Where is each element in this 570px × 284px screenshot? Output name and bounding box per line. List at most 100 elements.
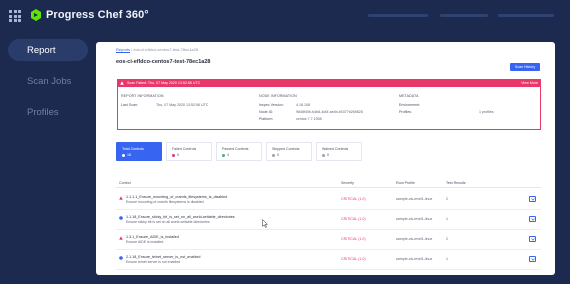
table-row[interactable]: 1.1.18_Ensure_sticky_bit_is_set_on_all_w…: [116, 213, 541, 230]
scan-failed-banner: Scan Failed: Thu, 07 May 2020 13:52:56 U…: [117, 79, 541, 87]
view-more-link[interactable]: View More: [521, 81, 538, 85]
table-row[interactable]: 1.1.1.1_Ensure_mounting_of_cramfs_filesy…: [116, 193, 541, 210]
control-title: 1.1.18_Ensure_sticky_bit_is_set_on_all_w…: [126, 215, 235, 219]
control-title: 2.1.18_Ensure_telnet_server_is_not_enabl…: [126, 255, 201, 259]
inspec-version-label: Inspec Version:: [259, 103, 284, 107]
app-grid-icon[interactable]: [9, 10, 21, 22]
mouse-cursor-icon: [262, 219, 268, 228]
filter-cards: Total Controls 18 Failed Controls 9 Pass…: [116, 142, 366, 161]
platform-label: Platform:: [259, 117, 274, 121]
control-title: 1.3.1_Ensure_AIDE_is_installed: [126, 235, 179, 239]
expand-row-button[interactable]: [529, 256, 536, 262]
chevron-down-icon: [530, 217, 535, 221]
severity-value: CRITICAL (1.0): [341, 257, 366, 261]
logo: Progress Chef 360°: [30, 9, 149, 21]
card-label: Skipped Controls: [272, 147, 300, 151]
card-count-wrap: 4: [222, 153, 229, 157]
sidebar-item-scan-jobs[interactable]: Scan Jobs: [8, 70, 88, 92]
card-count: 0: [327, 153, 329, 157]
inspec-version-value: 4.18.108: [296, 103, 310, 107]
col-control[interactable]: Control: [119, 181, 131, 185]
table-row[interactable]: 2.1.18_Ensure_telnet_server_is_not_enabl…: [116, 253, 541, 270]
col-root-profile[interactable]: Root Profile: [396, 181, 415, 185]
header-placeholder-bar: [440, 14, 488, 17]
passed-circle-icon: [119, 216, 123, 220]
col-test-results[interactable]: Test Results: [446, 181, 466, 185]
report-info-panel: REPORT INFORMATION Last Scan: Thu, 07 Ma…: [117, 87, 541, 130]
table-row[interactable]: 1.3.1_Ensure_AIDE_is_installed Ensure AI…: [116, 233, 541, 250]
skipped-controls-card[interactable]: Skipped Controls 0: [266, 142, 312, 161]
header-placeholder-bar: [368, 14, 428, 17]
severity-value: CRITICAL (1.0): [341, 217, 366, 221]
failed-triangle-icon: [119, 236, 123, 240]
banner-text: Scan Failed: Thu, 07 May 2020 13:52:56 U…: [127, 81, 201, 85]
card-count: 9: [177, 153, 179, 157]
sidebar-item-label: Scan Jobs: [27, 75, 72, 87]
sidebar-item-profiles[interactable]: Profiles: [8, 101, 88, 123]
waived-dot-icon: [322, 153, 325, 157]
app-window: Progress Chef 360° Report Scan Jobs Prof…: [0, 0, 570, 284]
passed-circle-icon: [119, 256, 123, 260]
control-title: 1.1.1.1_Ensure_mounting_of_cramfs_filesy…: [126, 195, 228, 199]
card-label: Waived Controls: [322, 147, 349, 151]
waived-controls-card[interactable]: Waived Controls 0: [316, 142, 362, 161]
test-results-value: 2: [446, 237, 448, 241]
test-results-value: 2: [446, 197, 448, 201]
test-results-value: 1: [446, 257, 448, 261]
card-count-wrap: 9: [172, 153, 179, 157]
node-id-label: Node ID:: [259, 110, 274, 114]
card-count-wrap: 18: [122, 153, 131, 157]
control-description: Ensure sticky bit is set on all world-wr…: [126, 220, 210, 224]
control-description: Ensure AIDE is installed: [126, 240, 164, 244]
control-description: Ensure mounting of cramfs filesystems is…: [126, 200, 204, 204]
card-label: Passed Controls: [222, 147, 249, 151]
card-count: 0: [277, 153, 279, 157]
card-count-wrap: 0: [322, 153, 329, 157]
chevron-down-icon: [530, 237, 535, 241]
warning-icon: [120, 81, 124, 85]
sidebar-item-label: Profiles: [27, 106, 59, 118]
breadcrumb: Reports / eos-ci-efldco-centos7-test-78e…: [116, 47, 198, 52]
chevron-down-icon: [530, 197, 535, 201]
control-description: Ensure telnet server is not enabled: [126, 260, 181, 264]
last-scan-label: Last Scan:: [121, 103, 138, 107]
passed-controls-card[interactable]: Passed Controls 4: [216, 142, 262, 161]
failed-controls-card[interactable]: Failed Controls 9: [166, 142, 212, 161]
card-label: Total Controls: [122, 147, 144, 151]
passed-dot-icon: [222, 153, 225, 157]
page-title: eos-ci-efldco-centos7-test-78ec1a28: [116, 59, 211, 65]
card-count: 18: [127, 153, 131, 157]
chevron-down-icon: [530, 257, 535, 261]
card-label: Failed Controls: [172, 147, 197, 151]
col-severity[interactable]: Severity: [341, 181, 354, 185]
logo-text: Progress Chef 360°: [46, 9, 149, 21]
sidebar: Report Scan Jobs Profiles: [0, 32, 92, 284]
environment-label: Environment:: [399, 103, 421, 107]
card-count: 4: [227, 153, 229, 157]
expand-row-button[interactable]: [529, 216, 536, 222]
node-info-title: NODE INFORMATION: [259, 94, 297, 98]
platform-value: centos 7.7.1908: [296, 117, 322, 121]
expand-row-button[interactable]: [529, 196, 536, 202]
skipped-dot-icon: [272, 153, 275, 157]
header-placeholder-bar: [498, 14, 554, 17]
expand-row-button[interactable]: [529, 236, 536, 242]
sidebar-item-report[interactable]: Report: [8, 39, 88, 61]
report-info-title: REPORT INFORMATION: [121, 94, 164, 98]
root-profile-value: sample-cis-level1-linux: [396, 217, 433, 221]
failed-dot-icon: [172, 153, 175, 157]
sidebar-item-label: Report: [27, 44, 56, 56]
progress-logo-icon: [31, 9, 41, 21]
main-panel: Reports / eos-ci-efldco-centos7-test-78e…: [96, 42, 555, 275]
test-results-value: 1: [446, 217, 448, 221]
severity-value: CRITICAL (1.0): [341, 197, 366, 201]
scan-history-button[interactable]: Scan History: [510, 63, 540, 71]
total-dot-icon: [122, 153, 125, 157]
breadcrumb-current: eos-ci-efldco-centos7-test-78ec1a28: [133, 47, 199, 52]
root-profile-value: sample-cis-level1-linux: [396, 197, 433, 201]
total-controls-card[interactable]: Total Controls 18: [116, 142, 162, 161]
card-count-wrap: 0: [272, 153, 279, 157]
top-bar: Progress Chef 360°: [0, 0, 570, 32]
failed-triangle-icon: [119, 196, 123, 200]
breadcrumb-reports-link[interactable]: Reports: [116, 47, 130, 52]
